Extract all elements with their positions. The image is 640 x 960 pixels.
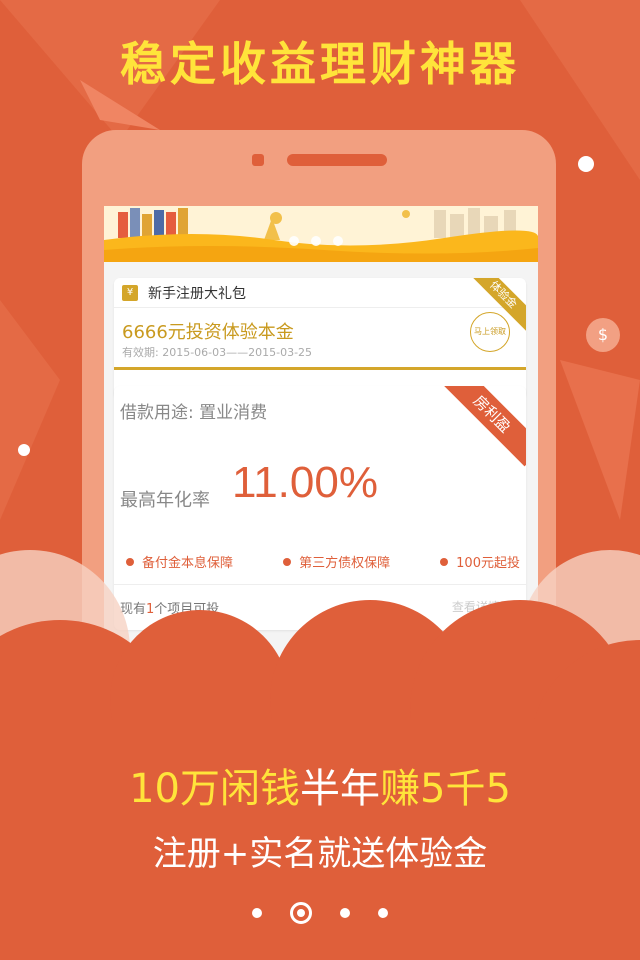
slogan-part: 半年: [300, 766, 380, 812]
phone-camera: [252, 154, 264, 166]
rate-label: 最高年化率: [120, 490, 210, 511]
banner-dot[interactable]: [333, 236, 343, 246]
cloud-layer: [0, 550, 640, 960]
gift-package-card[interactable]: ¥ 新手注册大礼包 体验金 6666元投资体验本金 有效期: 2015-06-0…: [114, 278, 526, 398]
annual-rate: 11.00%: [232, 458, 378, 507]
slogan-part: 赚5千5: [380, 766, 511, 812]
banner-illustration: [104, 206, 538, 262]
banner-carousel[interactable]: [104, 206, 538, 262]
claim-button[interactable]: 马上领取: [470, 312, 510, 352]
slogan-line-1: 10万闲钱半年赚5千5: [0, 756, 640, 814]
page-dot-active[interactable]: [290, 902, 312, 924]
phone-speaker: [287, 154, 387, 166]
gift-title: 新手注册大礼包: [148, 285, 246, 302]
money-bag-icon: $: [586, 318, 620, 352]
gift-validity: 有效期: 2015-06-03——2015-03-25: [122, 346, 313, 359]
slogan-part: 10万闲钱: [129, 766, 300, 812]
banner-dot[interactable]: [311, 236, 321, 246]
gift-amount: 6666元投资体验本金: [122, 322, 294, 343]
gift-header: ¥ 新手注册大礼包: [114, 278, 526, 308]
wallet-icon: ¥: [122, 284, 138, 301]
page-dot[interactable]: [340, 908, 350, 918]
banner-dot[interactable]: [289, 236, 299, 246]
slogan-line-2: 注册+实名就送体验金: [152, 834, 488, 874]
page-dot[interactable]: [252, 908, 262, 918]
page-dot[interactable]: [378, 908, 388, 918]
loan-purpose: 借款用途: 置业消费: [120, 403, 268, 423]
decor-dot: [18, 444, 30, 456]
product-ribbon: 房利盈: [439, 386, 526, 467]
banner-pager: [289, 236, 343, 246]
gift-accent-bar: [114, 367, 526, 370]
page-indicator: [0, 902, 640, 924]
decor-dot: [578, 156, 594, 172]
headline: 稳定收益理财神器: [120, 37, 520, 91]
